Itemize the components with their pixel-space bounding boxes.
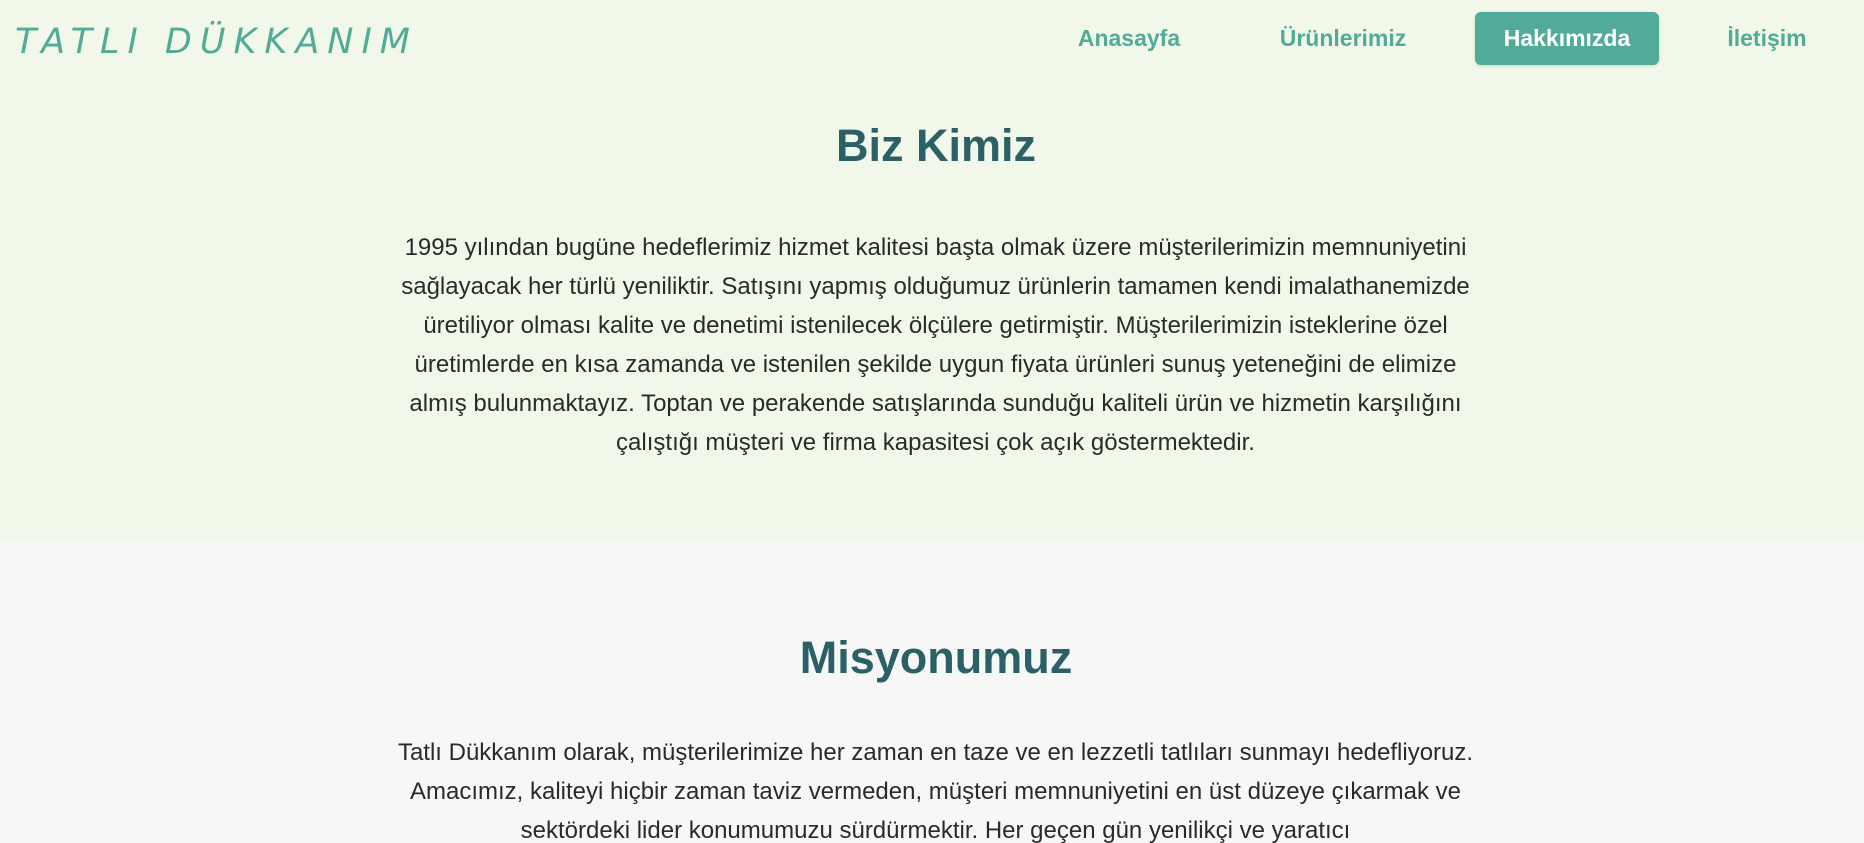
nav-link-home[interactable]: Anasayfa [1060, 12, 1198, 65]
navbar: TATLI DÜKKANIM Anasayfa Ürünlerimiz Hakk… [0, 0, 1864, 80]
nav-link-contact[interactable]: İletişim [1702, 12, 1832, 65]
section-title-mission: Misyonumuz [799, 632, 1073, 683]
nav-link-products[interactable]: Ürünlerimiz [1262, 12, 1424, 65]
brand-logo[interactable]: TATLI DÜKKANIM [15, 18, 418, 66]
section-text-who-we-are: 1995 yılından bugüne hedeflerimiz hizmet… [401, 234, 1470, 456]
section-text-mission: Tatlı Dükkanım olarak, müşterilerimize h… [397, 739, 1474, 843]
nav-link-about[interactable]: Hakkımızda [1475, 12, 1659, 65]
about-page: TATLI DÜKKANIM Anasayfa Ürünlerimiz Hakk… [0, 0, 1864, 843]
who-we-are-section: TATLI DÜKKANIM Anasayfa Ürünlerimiz Hakk… [0, 0, 1864, 542]
section-title-who-we-are: Biz Kimiz [835, 120, 1037, 171]
